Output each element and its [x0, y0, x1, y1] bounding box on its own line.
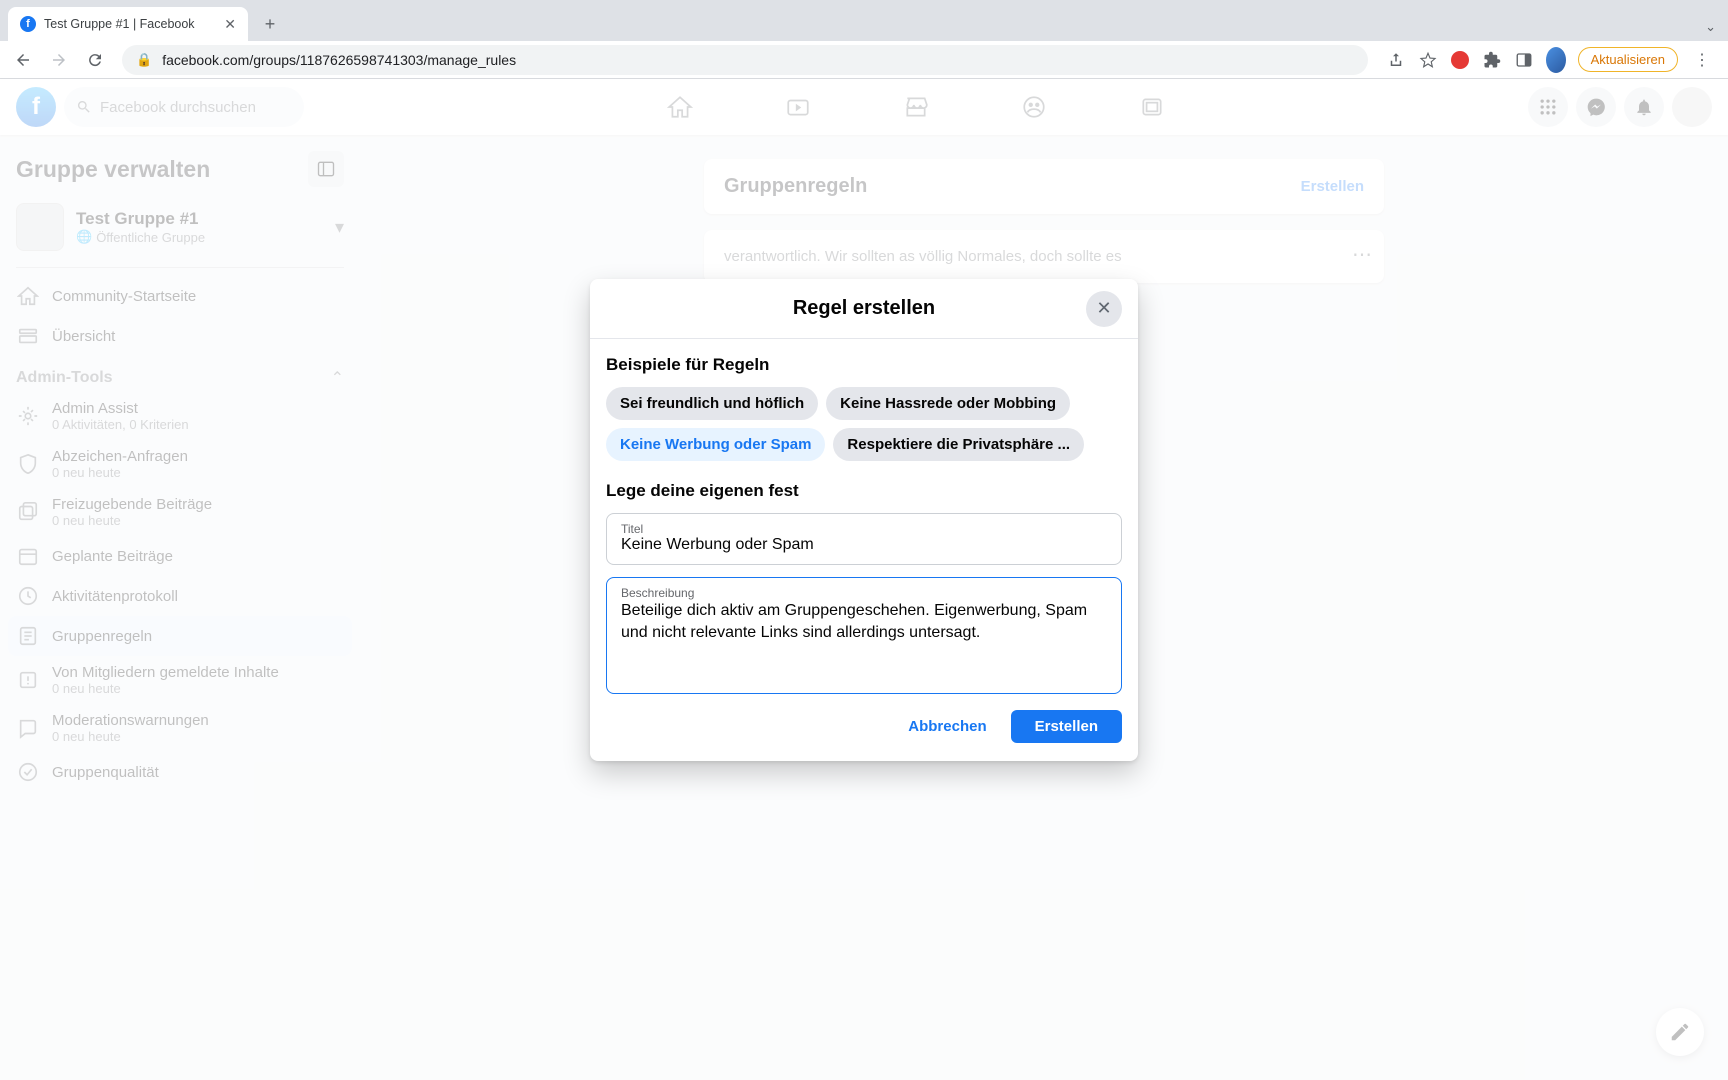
chip-privacy[interactable]: Respektiere die Privatsphäre ... [833, 428, 1084, 461]
title-input[interactable] [621, 536, 1107, 554]
chip-no-hate[interactable]: Keine Hassrede oder Mobbing [826, 387, 1070, 420]
custom-heading: Lege deine eigenen fest [606, 481, 1122, 501]
modal-overlay[interactable]: Regel erstellen ✕ Beispiele für Regeln S… [0, 79, 1728, 1080]
browser-menu-icon[interactable]: ⋮ [1690, 50, 1714, 70]
adblock-icon[interactable] [1450, 50, 1470, 70]
create-rule-modal: Regel erstellen ✕ Beispiele für Regeln S… [590, 279, 1138, 761]
new-tab-button[interactable]: + [256, 10, 284, 38]
close-modal-button[interactable]: ✕ [1086, 291, 1122, 327]
side-panel-icon[interactable] [1514, 50, 1534, 70]
modal-header: Regel erstellen ✕ [590, 279, 1138, 339]
title-field[interactable]: Titel [606, 513, 1122, 565]
modal-title: Regel erstellen [793, 297, 935, 320]
modal-actions: Abbrechen Erstellen [606, 706, 1122, 745]
tab-overflow-icon[interactable]: ⌄ [1705, 19, 1716, 35]
browser-tab[interactable]: f Test Gruppe #1 | Facebook ✕ [8, 7, 248, 41]
description-label: Beschreibung [621, 586, 1107, 600]
description-input[interactable] [621, 600, 1107, 678]
facebook-favicon: f [20, 16, 36, 32]
reload-button[interactable] [80, 45, 110, 75]
chip-friendly[interactable]: Sei freundlich und höflich [606, 387, 818, 420]
title-label: Titel [621, 522, 1107, 536]
submit-button[interactable]: Erstellen [1011, 710, 1122, 743]
cancel-button[interactable]: Abbrechen [892, 710, 1002, 743]
lock-icon: 🔒 [136, 52, 152, 68]
share-icon[interactable] [1386, 50, 1406, 70]
extensions-icon[interactable] [1482, 50, 1502, 70]
browser-chrome: f Test Gruppe #1 | Facebook ✕ + ⌄ 🔒 face… [0, 0, 1728, 79]
bookmark-icon[interactable] [1418, 50, 1438, 70]
address-bar: 🔒 facebook.com/groups/1187626598741303/m… [0, 41, 1728, 79]
tab-title: Test Gruppe #1 | Facebook [44, 17, 195, 31]
modal-body: Beispiele für Regeln Sei freundlich und … [590, 339, 1138, 761]
profile-button[interactable] [1546, 50, 1566, 70]
tab-bar: f Test Gruppe #1 | Facebook ✕ + ⌄ [0, 0, 1728, 41]
examples-heading: Beispiele für Regeln [606, 355, 1122, 375]
close-tab-icon[interactable]: ✕ [224, 16, 236, 33]
forward-button[interactable] [44, 45, 74, 75]
chip-no-spam[interactable]: Keine Werbung oder Spam [606, 428, 825, 461]
toolbar-icons: Aktualisieren ⋮ [1380, 47, 1720, 72]
description-field[interactable]: Beschreibung [606, 577, 1122, 694]
url-text: facebook.com/groups/1187626598741303/man… [162, 52, 516, 68]
back-button[interactable] [8, 45, 38, 75]
url-field[interactable]: 🔒 facebook.com/groups/1187626598741303/m… [122, 45, 1368, 75]
update-button[interactable]: Aktualisieren [1578, 47, 1678, 72]
example-chips: Sei freundlich und höflich Keine Hassred… [606, 387, 1122, 461]
